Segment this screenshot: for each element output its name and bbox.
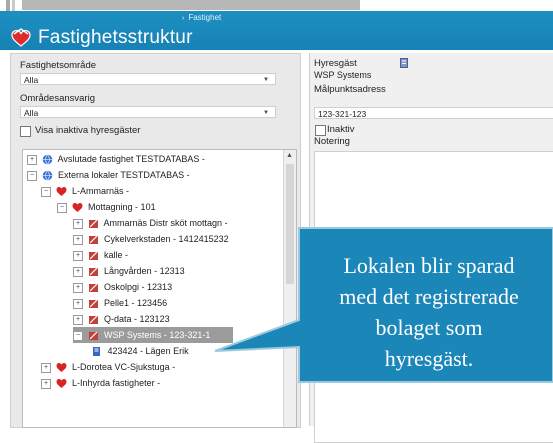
app-logo-icon: [11, 28, 31, 47]
expand-icon[interactable]: +: [41, 362, 51, 373]
tree-item[interactable]: + Avslutade fastighet TESTDATABAS -: [27, 151, 205, 167]
room-icon: [88, 267, 98, 277]
room-icon: [88, 235, 98, 245]
tree-item[interactable]: + Långvården - 12313: [73, 263, 185, 279]
expand-icon[interactable]: +: [73, 250, 83, 261]
tree-item-label: Ammarnäs Distr sköt mottagn -: [103, 218, 228, 228]
chevron-down-icon: ▼: [263, 77, 269, 83]
room-icon: [88, 315, 98, 325]
collapse-icon[interactable]: −: [27, 170, 37, 181]
tree-item[interactable]: 423424 - Lägen Erik: [91, 343, 189, 359]
callout-line: med det registrerade: [339, 284, 519, 309]
tree-item-label: Oskolpgi - 12313: [104, 282, 173, 292]
room-icon: [88, 331, 98, 341]
callout-line: Lokalen blir sparad: [343, 253, 515, 278]
address-value: 123-321-123: [318, 109, 367, 119]
tenant-value: WSP Systems: [314, 70, 372, 80]
area-label: Fastighetsområde: [20, 60, 97, 71]
tree-item[interactable]: + Cykelverkstaden - 1412415232: [73, 231, 229, 247]
expand-icon[interactable]: +: [73, 266, 83, 277]
tree-item[interactable]: + Ammarnäs Distr sköt mottagn -: [73, 215, 228, 231]
tree-item-label: Mottagning - 101: [88, 202, 156, 212]
heart-icon: [56, 363, 67, 373]
tree-item-label: Avslutade fastighet TESTDATABAS -: [57, 154, 205, 164]
scroll-thumb[interactable]: [286, 164, 294, 284]
tree-item[interactable]: + Oskolpgi - 12313: [73, 279, 172, 295]
room-icon: [88, 299, 98, 309]
tree-scrollbar[interactable]: ▲: [283, 150, 296, 427]
room-icon: [88, 251, 98, 261]
address-field[interactable]: 123-321-123: [314, 107, 553, 119]
tree-item-label: L-Inhyrda fastigheter -: [72, 378, 161, 388]
tree-item-label: WSP Systems - 123-321-1: [104, 330, 211, 340]
expand-icon[interactable]: +: [27, 154, 37, 165]
responsible-select-value: Alla: [24, 108, 39, 118]
room-icon: [88, 219, 98, 229]
tree-item[interactable]: + L-Dorotea VC-Sjukstuga -: [41, 359, 175, 375]
tenant-label: Hyresgäst: [314, 58, 357, 69]
expand-icon[interactable]: +: [73, 218, 83, 229]
tree-item[interactable]: + kalle -: [73, 247, 128, 263]
heart-icon: [56, 379, 67, 389]
responsible-label: Områdesansvarig: [20, 93, 95, 104]
tree-item-label: L-Dorotea VC-Sjukstuga -: [72, 362, 176, 372]
inactive-label: Inaktiv: [327, 124, 355, 135]
tree-item-label: 423424 - Lägen Erik: [107, 346, 189, 356]
area-select[interactable]: Alla ▼: [20, 73, 276, 85]
expand-icon[interactable]: +: [73, 314, 83, 325]
collapse-icon[interactable]: −: [57, 202, 67, 213]
tree-item[interactable]: + Pelle1 - 123456: [73, 295, 167, 311]
expand-icon[interactable]: +: [41, 378, 51, 389]
heart-icon: [72, 203, 83, 213]
tree-item-label: Q-data - 123123: [104, 314, 170, 324]
tree-item[interactable]: − Externa lokaler TESTDATABAS -: [27, 167, 190, 183]
globe-icon: [42, 170, 52, 181]
show-inactive-label: Visa inaktiva hyresgäster: [35, 125, 141, 136]
tree-item-label: Pelle1 - 123456: [104, 298, 168, 308]
tenant-lookup-icon[interactable]: [400, 58, 408, 68]
tree-item-label: L-Ammarnäs -: [72, 186, 130, 196]
top-strip-bar: [22, 0, 360, 10]
inactive-checkbox[interactable]: [315, 125, 326, 136]
globe-icon: [42, 154, 52, 165]
responsible-select[interactable]: Alla ▼: [20, 106, 276, 118]
expand-icon[interactable]: +: [73, 282, 83, 293]
filter-panel: Fastighetsområde Alla ▼ Områdesansvarig …: [20, 60, 288, 144]
collapse-icon[interactable]: −: [41, 186, 51, 197]
address-label: Målpunktsadress: [314, 84, 386, 95]
expand-icon[interactable]: +: [73, 298, 83, 309]
callout-line: bolaget som: [375, 315, 483, 340]
tree-item-label: kalle -: [104, 250, 129, 260]
scroll-up-icon[interactable]: ▲: [286, 152, 293, 159]
callout-line: hyresgäst.: [384, 346, 474, 371]
tenant-icon: [93, 347, 100, 357]
tree-item-selected[interactable]: − WSP Systems - 123-321-1: [73, 327, 233, 343]
page-title: Fastighetsstruktur: [38, 27, 193, 48]
tree-item-label: Långvården - 12313: [104, 266, 185, 276]
heart-icon: [56, 187, 67, 197]
show-inactive-checkbox[interactable]: [20, 126, 31, 137]
tree-item[interactable]: + L-Inhyrda fastigheter -: [41, 375, 160, 391]
tree-item-label: Externa lokaler TESTDATABAS -: [58, 170, 190, 180]
tree-item[interactable]: − L-Ammarnäs -: [41, 183, 129, 199]
breadcrumb-label: Fastighet: [188, 13, 222, 22]
tree-item[interactable]: + Q-data - 123123: [73, 311, 170, 327]
breadcrumb[interactable]: › Fastighet: [182, 13, 221, 22]
property-tree[interactable]: ▲ + Avslutade fastighet TESTDATABAS - − …: [22, 149, 297, 428]
callout-text: Lokalen blir sparad med det registrerade…: [300, 250, 553, 374]
collapse-icon[interactable]: −: [73, 330, 83, 341]
app-header: › Fastighet Fastighetsstruktur: [0, 11, 553, 50]
tree-item-label: Cykelverkstaden - 1412415232: [104, 234, 229, 244]
chevron-down-icon: ▼: [263, 110, 269, 116]
area-select-value: Alla: [24, 75, 39, 85]
room-icon: [88, 283, 98, 293]
tree-item[interactable]: − Mottagning - 101: [57, 199, 156, 215]
note-textarea[interactable]: [314, 151, 553, 245]
note-label: Notering: [314, 136, 350, 147]
expand-icon[interactable]: +: [73, 234, 83, 245]
